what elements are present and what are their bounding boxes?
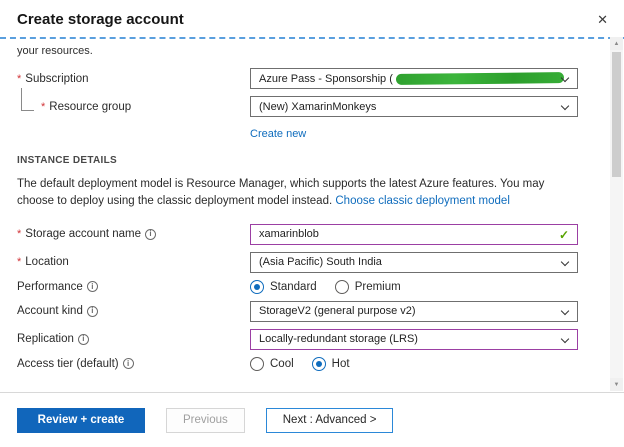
radio-standard[interactable]: Standard: [250, 279, 317, 294]
review-create-button[interactable]: Review + create: [17, 407, 145, 433]
radio-dot-icon: [311, 356, 326, 371]
radio-premium[interactable]: Premium: [334, 279, 401, 294]
page-title: Create storage account: [17, 11, 184, 28]
radio-dot-icon: [250, 279, 264, 294]
close-icon[interactable]: ✕: [595, 11, 610, 28]
scroll-up-icon[interactable]: ▲: [610, 37, 623, 50]
blade-header: Create storage account ✕: [0, 0, 624, 37]
radio-hot[interactable]: Hot: [311, 356, 350, 371]
account-kind-value: StorageV2 (general purpose v2): [259, 305, 416, 317]
info-icon: i: [86, 305, 98, 317]
required-marker: *: [17, 256, 22, 268]
access-tier-label-text: Access tier (default): [17, 357, 119, 370]
resource-group-label: * Resource group: [17, 87, 250, 113]
subscription-label-text: Subscription: [25, 72, 89, 85]
replication-value: Locally-redundant storage (LRS): [259, 333, 418, 345]
blade-footer: Review + create Previous Next : Advanced…: [0, 392, 624, 447]
previous-button[interactable]: Previous: [166, 407, 245, 433]
next-advanced-button[interactable]: Next : Advanced >: [265, 407, 394, 433]
performance-label-text: Performance: [17, 280, 83, 293]
location-label-text: Location: [25, 256, 69, 268]
location-dropdown[interactable]: (Asia Pacific) South India: [250, 251, 578, 273]
access-tier-field-row: Access tier (default) i Cool Hot: [17, 356, 578, 371]
location-value: (Asia Pacific) South India: [259, 256, 382, 268]
performance-field-row: Performance i Standard Premium: [17, 279, 578, 294]
replication-dropdown[interactable]: Locally-redundant storage (LRS): [250, 328, 578, 350]
storage-account-name-label-text: Storage account name: [25, 228, 141, 240]
info-icon: i: [86, 281, 98, 292]
radio-cool-label: Cool: [270, 357, 294, 370]
radio-dot-icon: [250, 356, 264, 371]
account-kind-label: Account kind i: [17, 305, 250, 317]
chevron-down-icon: [560, 257, 570, 266]
required-marker: *: [17, 228, 22, 240]
storage-account-name-label: * Storage account name i: [17, 228, 250, 240]
form-content: your resources. * Subscription Azure Pas…: [0, 39, 624, 371]
radio-standard-label: Standard: [270, 280, 317, 293]
radio-cool[interactable]: Cool: [250, 356, 294, 371]
tree-connector-line: [21, 87, 34, 111]
account-kind-field-row: Account kind i StorageV2 (general purpos…: [17, 300, 578, 322]
subscription-dropdown[interactable]: Azure Pass - Sponsorship (: [250, 68, 578, 89]
account-kind-label-text: Account kind: [17, 305, 83, 317]
redaction-scribble: [395, 72, 564, 85]
info-icon: i: [122, 358, 134, 369]
info-icon: i: [77, 333, 89, 345]
resource-group-value: (New) XamarinMonkeys: [259, 100, 377, 113]
radio-hot-label: Hot: [331, 357, 350, 370]
scroll-down-icon[interactable]: ▼: [610, 378, 623, 391]
deployment-model-description: The default deployment model is Resource…: [17, 176, 578, 211]
choose-classic-deployment-link[interactable]: Choose classic deployment model: [335, 193, 510, 210]
required-marker: *: [41, 100, 46, 113]
storage-account-name-input[interactable]: xamarinblob ✓: [250, 223, 578, 245]
chevron-down-icon: [560, 306, 570, 315]
scrollbar-thumb[interactable]: [612, 52, 621, 177]
location-field-row: * Location (Asia Pacific) South India: [17, 251, 578, 273]
create-new-link[interactable]: Create new: [250, 128, 306, 140]
storage-account-name-field-row: * Storage account name i xamarinblob ✓: [17, 223, 578, 245]
chevron-down-icon: [560, 101, 570, 111]
required-marker: *: [17, 72, 22, 85]
vertical-scrollbar[interactable]: ▲ ▼: [610, 37, 623, 391]
truncated-paragraph: your resources.: [17, 45, 93, 57]
info-icon: i: [145, 228, 156, 240]
replication-field-row: Replication i Locally-redundant storage …: [17, 328, 578, 350]
access-tier-label: Access tier (default) i: [17, 358, 250, 370]
storage-account-name-value: xamarinblob: [259, 228, 319, 240]
instance-details-section-title: INSTANCE DETAILS: [17, 155, 117, 166]
radio-dot-icon: [334, 279, 349, 294]
resource-group-dropdown[interactable]: (New) XamarinMonkeys: [250, 96, 578, 117]
replication-label-text: Replication: [17, 333, 74, 345]
chevron-down-icon: [560, 334, 570, 343]
resource-group-field-row: * Resource group (New) XamarinMonkeys: [17, 87, 578, 117]
valid-check-icon: ✓: [558, 227, 569, 242]
subscription-label: * Subscription: [17, 73, 250, 85]
subscription-value: Azure Pass - Sponsorship (: [259, 72, 393, 85]
radio-premium-label: Premium: [354, 280, 401, 293]
replication-label: Replication i: [17, 333, 250, 345]
resource-group-label-text: Resource group: [49, 100, 132, 113]
location-label: * Location: [17, 256, 250, 268]
account-kind-dropdown[interactable]: StorageV2 (general purpose v2): [250, 300, 578, 322]
performance-label: Performance i: [17, 281, 250, 293]
subscription-field-row: * Subscription Azure Pass - Sponsorship …: [17, 68, 578, 89]
